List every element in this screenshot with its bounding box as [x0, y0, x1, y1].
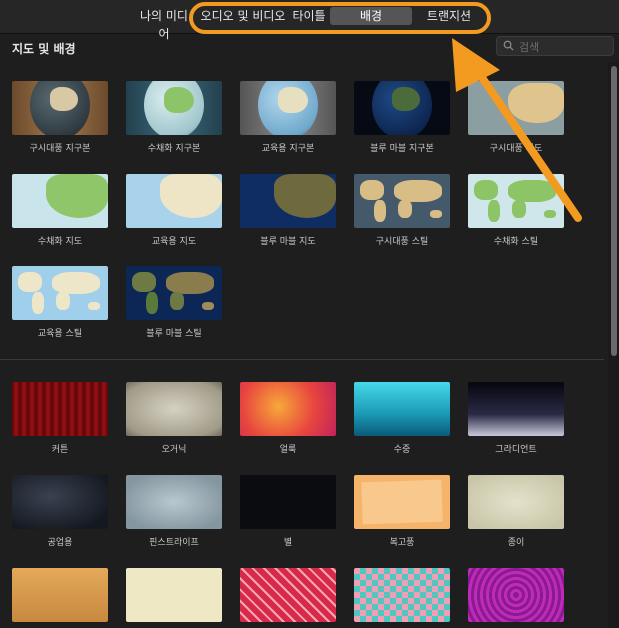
arrow-annotation [452, 38, 582, 222]
